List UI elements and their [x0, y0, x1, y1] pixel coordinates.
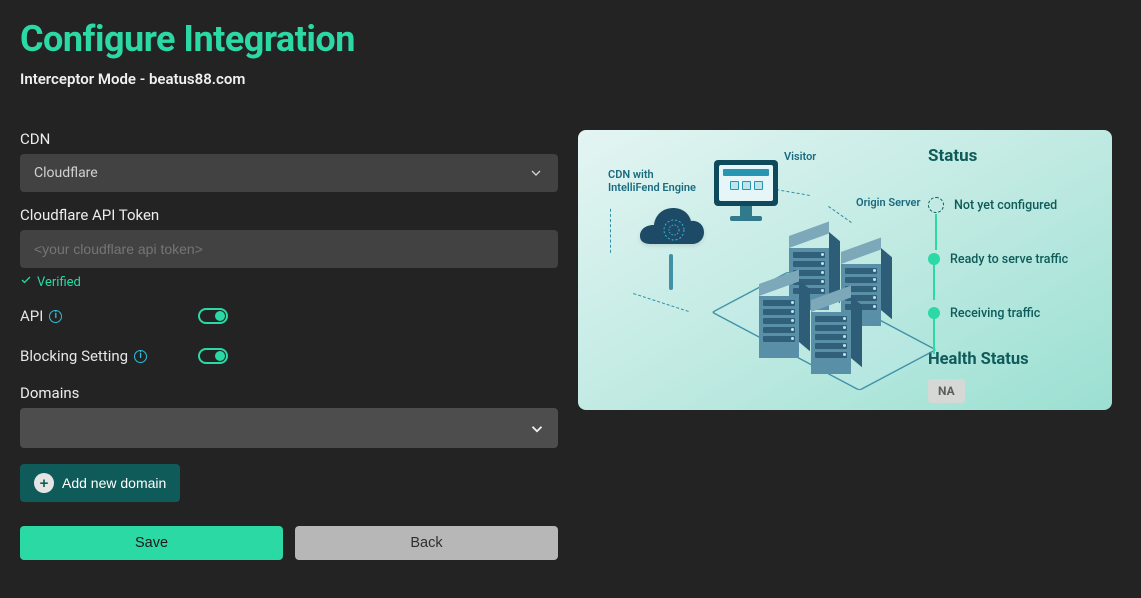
form-column: CDN Cloudflare Cloudflare API Token Veri… [20, 130, 558, 560]
save-button[interactable]: Save [20, 526, 283, 560]
domains-select[interactable] [20, 408, 558, 448]
status-step-text: Not yet configured [954, 198, 1057, 213]
step-node-icon [928, 307, 940, 319]
health-status-badge: NA [928, 379, 965, 403]
status-step-text: Receiving traffic [950, 306, 1040, 321]
plus-circle-icon: + [34, 473, 54, 493]
verified-badge: Verified [20, 274, 558, 290]
status-card: Visitor CDN with IntelliFend Engine Orig… [578, 130, 1112, 410]
connector-line [776, 189, 810, 196]
chevron-down-icon [528, 165, 544, 181]
page-subtitle: Interceptor Mode - beatus88.com [20, 70, 1121, 88]
step-node-icon [928, 253, 940, 265]
verified-text: Verified [37, 275, 81, 290]
domains-label: Domains [20, 384, 558, 402]
cloud-icon [634, 208, 708, 260]
api-token-input[interactable] [20, 230, 558, 268]
api-toggle-label: API [20, 307, 43, 325]
health-status-heading: Health Status [928, 350, 1092, 369]
step-node-icon [928, 197, 944, 213]
add-domain-label: Add new domain [62, 475, 166, 491]
origin-label: Origin Server [856, 196, 920, 209]
status-step-text: Ready to serve traffic [950, 252, 1068, 267]
add-domain-button[interactable]: + Add new domain [20, 464, 180, 502]
servers-icon [749, 242, 909, 392]
status-heading: Status [928, 146, 1092, 166]
connector-line [633, 293, 688, 312]
visitor-label: Visitor [784, 150, 816, 163]
api-token-label: Cloudflare API Token [20, 206, 558, 224]
monitor-icon [714, 160, 778, 221]
chevron-down-icon [528, 420, 544, 436]
page-title: Configure Integration [20, 18, 1121, 60]
status-step: Receiving traffic [928, 286, 1092, 340]
api-toggle[interactable] [198, 308, 228, 324]
check-icon [20, 274, 32, 290]
cdn-diagram-label: CDN with IntelliFend Engine [608, 168, 708, 194]
blocking-toggle[interactable] [198, 348, 228, 364]
integration-diagram: Visitor CDN with IntelliFend Engine Orig… [594, 146, 924, 394]
info-icon[interactable]: i [49, 310, 62, 323]
status-step: Not yet configured [928, 178, 1092, 232]
connector-line [828, 206, 852, 223]
info-icon[interactable]: i [134, 350, 147, 363]
back-button[interactable]: Back [295, 526, 558, 560]
cdn-select[interactable]: Cloudflare [20, 154, 558, 192]
cdn-value: Cloudflare [34, 165, 98, 181]
status-step: Ready to serve traffic [928, 232, 1092, 286]
cdn-label: CDN [20, 130, 558, 148]
blocking-toggle-label: Blocking Setting [20, 347, 128, 365]
